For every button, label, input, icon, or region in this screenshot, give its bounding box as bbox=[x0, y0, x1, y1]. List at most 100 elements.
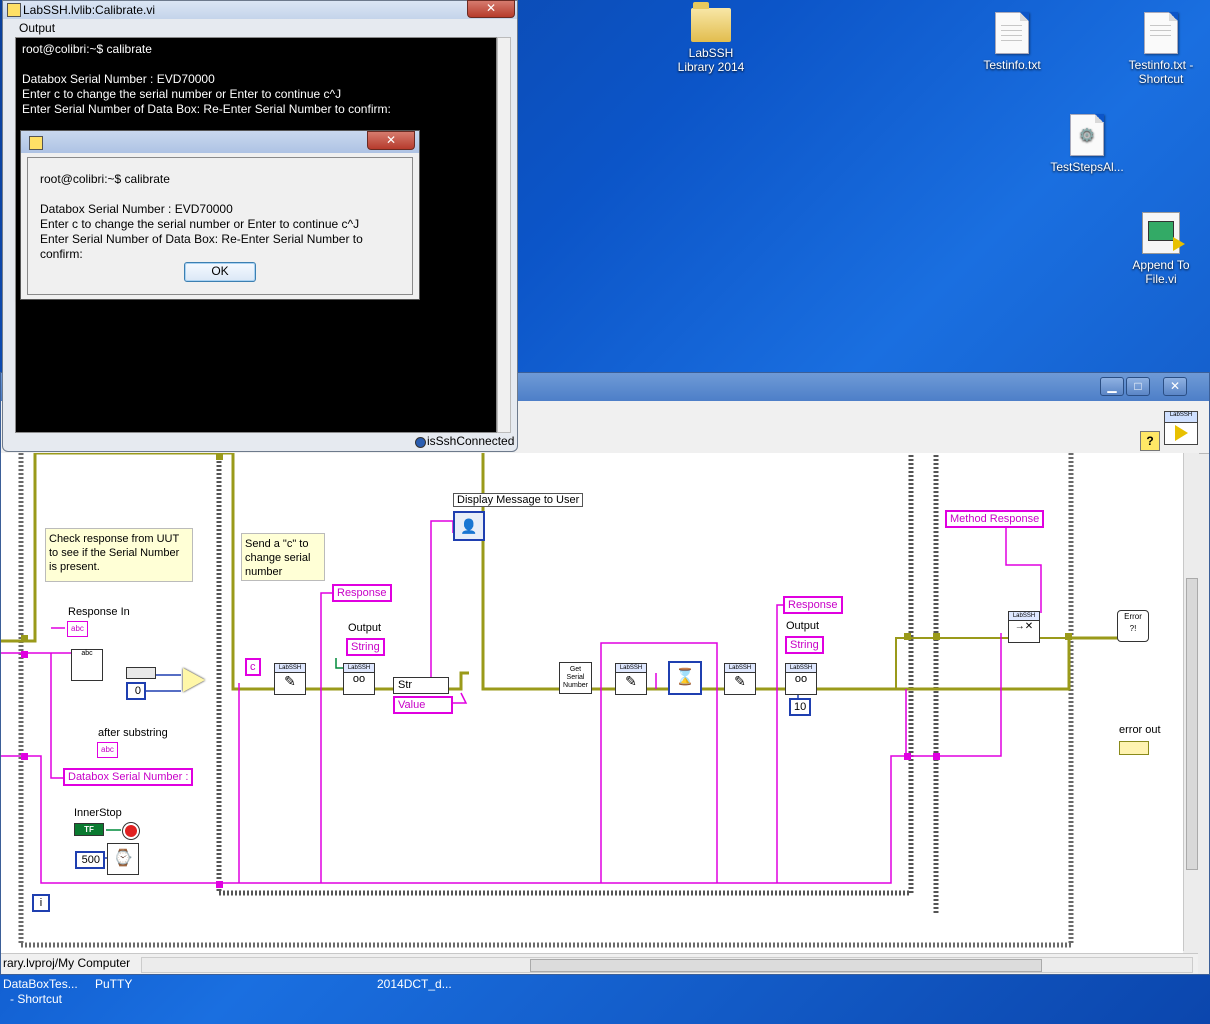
desktop-icon-labssh-library[interactable]: LabSSH Library 2014 bbox=[666, 2, 756, 74]
string-terminal-2[interactable]: String bbox=[785, 636, 824, 654]
error-out-indicator[interactable] bbox=[1119, 741, 1149, 755]
labssh-write-node-1[interactable]: LabSSH ✎ bbox=[274, 663, 306, 695]
terminal-line: root@colibri:~$ calibrate bbox=[22, 42, 152, 56]
terminal-line: Enter c to change the serial number or E… bbox=[22, 87, 342, 101]
label-after-substring: after substring bbox=[98, 727, 168, 739]
after-substring-indicator[interactable]: abc bbox=[97, 742, 118, 758]
search-split-string-node[interactable]: abc bbox=[71, 649, 103, 681]
minimize-button[interactable]: ▁ bbox=[1100, 377, 1124, 396]
vi-icon-header: LabSSH bbox=[1165, 412, 1197, 423]
numeric-array-node[interactable] bbox=[126, 667, 156, 679]
node-text: Get Serial Number bbox=[563, 666, 588, 689]
scroll-thumb[interactable] bbox=[1186, 578, 1198, 870]
vi-icon: LabSSH bbox=[1164, 411, 1198, 445]
desktop-icon-testinfo[interactable]: Testinfo.txt bbox=[967, 12, 1057, 72]
node-header: LabSSH bbox=[344, 664, 374, 673]
databox-serial-constant[interactable]: Databox Serial Number : bbox=[63, 768, 194, 786]
labview-vi-icon bbox=[1142, 212, 1185, 254]
method-response-terminal[interactable]: Method Response bbox=[945, 510, 1045, 528]
vertical-scrollbar[interactable] bbox=[1183, 453, 1199, 951]
horizontal-scrollbar[interactable] bbox=[141, 957, 1193, 973]
wait-timer-node[interactable]: ⌚ bbox=[107, 843, 139, 875]
response-terminal-2[interactable]: Response bbox=[783, 596, 843, 614]
folder-icon bbox=[691, 2, 731, 42]
string-to-value-node[interactable]: Str bbox=[393, 677, 449, 694]
c-constant[interactable]: c bbox=[245, 658, 261, 676]
help-button[interactable]: ? bbox=[1140, 431, 1160, 451]
node-header: LabSSH bbox=[275, 664, 305, 673]
wait-hourglass-node[interactable]: ⌛ bbox=[668, 661, 702, 695]
labssh-close-node[interactable]: LabSSH →✕ bbox=[1008, 611, 1040, 643]
stop-button-icon[interactable] bbox=[123, 823, 139, 839]
label-error-out: error out bbox=[1119, 724, 1161, 736]
node-header: LabSSH bbox=[786, 664, 816, 673]
dialog-line: root@colibri:~$ calibrate bbox=[40, 172, 170, 186]
terminal-line: Databox Serial Number : EVD70000 bbox=[22, 72, 215, 86]
node-text: TF bbox=[84, 825, 94, 834]
desktop-icon-label: LabSSH bbox=[688, 46, 734, 60]
ok-button[interactable]: OK bbox=[184, 262, 256, 282]
maximize-button[interactable]: □ bbox=[1126, 377, 1150, 396]
string-terminal-1[interactable]: String bbox=[346, 638, 385, 656]
node-text: Str bbox=[398, 679, 413, 691]
desktop-icon-label: Append To bbox=[1132, 258, 1190, 272]
block-diagram-window: ▁ □ ✕ ? LabSSH Check response from UUT t… bbox=[0, 372, 1210, 975]
timeout-constant[interactable]: 500 bbox=[75, 851, 105, 869]
desktop-icon-testinfo-shortcut[interactable]: Testinfo.txt - Shortcut bbox=[1116, 12, 1206, 86]
display-message-node[interactable]: 👤 bbox=[453, 511, 485, 541]
label-response-in: Response In bbox=[68, 606, 130, 618]
taskbar-item[interactable]: DataBoxTes... bbox=[3, 977, 78, 991]
desktop-icon-teststeps[interactable]: ⚙ TestStepsAl... bbox=[1042, 114, 1132, 174]
desktop-icon-label: Testinfo.txt bbox=[983, 58, 1041, 72]
dialog-title-bar[interactable]: ✕ bbox=[21, 131, 419, 153]
comment-check-response: Check response from UUT to see if the Se… bbox=[45, 528, 193, 582]
status-bar: rary.lvproj/My Computer bbox=[1, 953, 1198, 974]
taskbar-item[interactable]: PuTTY bbox=[95, 977, 132, 991]
shortcut-file-icon bbox=[1144, 12, 1178, 54]
taskbar-strip: DataBoxTes... - Shortcut PuTTY 2014DCT_d… bbox=[0, 975, 1210, 1024]
project-path[interactable]: rary.lvproj/My Computer bbox=[3, 956, 130, 970]
node-header: LabSSH bbox=[1009, 612, 1039, 621]
label-display-message: Display Message to User bbox=[453, 493, 584, 507]
close-button[interactable]: ✕ bbox=[467, 0, 515, 18]
labssh-write-node-3[interactable]: LabSSH ✎ bbox=[724, 663, 756, 695]
scroll-thumb[interactable] bbox=[530, 959, 1042, 972]
greater-than-node[interactable] bbox=[183, 668, 205, 692]
block-diagram-canvas[interactable]: Check response from UUT to see if the Se… bbox=[1, 453, 1183, 953]
message-dialog: ✕ root@colibri:~$ calibrate Databox Seri… bbox=[20, 130, 420, 300]
response-terminal-1[interactable]: Response bbox=[332, 584, 392, 602]
zero-constant[interactable]: 0 bbox=[126, 682, 146, 700]
labview-app-icon bbox=[7, 3, 21, 17]
labssh-write-node-2[interactable]: LabSSH ✎ bbox=[615, 663, 647, 695]
gear-file-icon: ⚙ bbox=[1070, 114, 1104, 156]
info-icon[interactable]: i bbox=[32, 894, 50, 912]
terminal-scrollbar[interactable] bbox=[497, 37, 511, 433]
connected-led-icon bbox=[415, 437, 426, 448]
dialog-line bbox=[40, 187, 400, 202]
inner-stop-boolean[interactable]: TF bbox=[74, 823, 104, 836]
dialog-line: Enter Serial Number of Data Box: Re-Ente… bbox=[40, 232, 363, 261]
labssh-read-node-1[interactable]: LabSSH oo bbox=[343, 663, 375, 695]
dialog-line: Enter c to change the serial number or E… bbox=[40, 217, 360, 231]
labssh-read-node-2[interactable]: LabSSH oo bbox=[785, 663, 817, 695]
error-handler-node[interactable]: Error?! bbox=[1117, 610, 1149, 642]
front-panel-title-bar[interactable]: LabSSH.lvlib:Calibrate.vi ✕ bbox=[3, 0, 517, 19]
response-in-indicator[interactable]: abc bbox=[67, 621, 88, 637]
close-button[interactable]: ✕ bbox=[1163, 377, 1187, 396]
label-output-2: Output bbox=[786, 620, 820, 632]
value-terminal[interactable]: Value bbox=[393, 696, 453, 714]
taskbar-item[interactable]: - Shortcut bbox=[10, 992, 62, 1006]
taskbar-item[interactable]: 2014DCT_d... bbox=[377, 977, 452, 991]
play-icon bbox=[1175, 425, 1188, 441]
get-serial-number-node[interactable]: Get Serial Number bbox=[559, 662, 592, 694]
label-output-1: Output bbox=[348, 622, 382, 634]
dialog-close-button[interactable]: ✕ bbox=[367, 131, 415, 150]
desktop-icon-label: File.vi bbox=[1145, 272, 1177, 286]
connected-label: isSshConnected bbox=[427, 434, 515, 448]
ten-constant[interactable]: 10 bbox=[789, 698, 811, 716]
desktop-icon-append-to-file[interactable]: Append To File.vi bbox=[1116, 212, 1206, 286]
node-header: LabSSH bbox=[725, 664, 755, 673]
text-file-icon bbox=[995, 12, 1029, 54]
output-label: Output bbox=[19, 21, 56, 35]
